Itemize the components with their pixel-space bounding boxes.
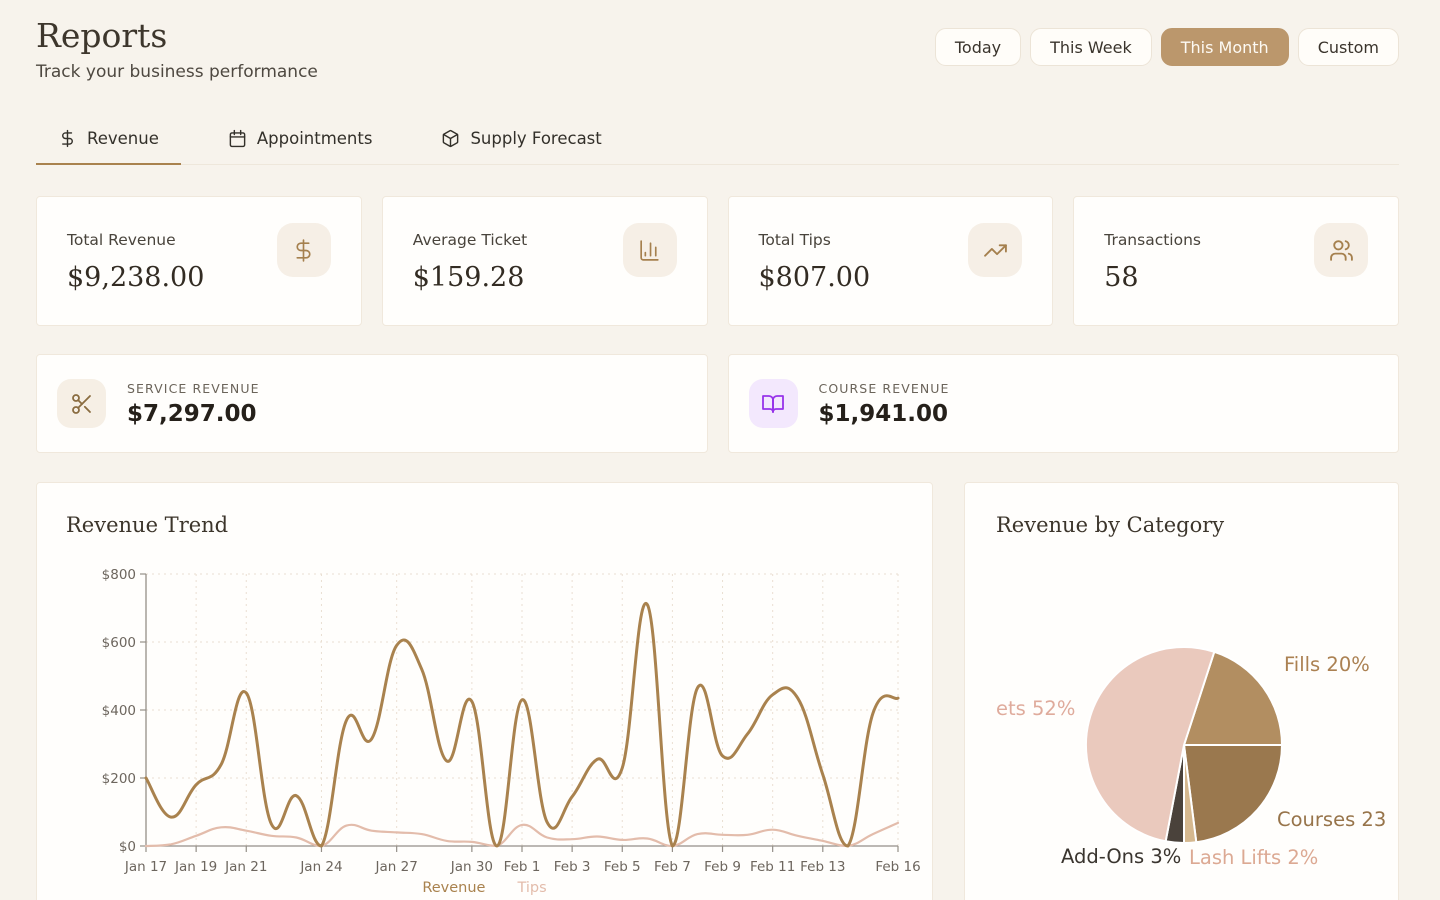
svg-text:$200: $200: [102, 771, 136, 787]
svg-text:Jan 30: Jan 30: [450, 859, 493, 875]
svg-text:Jan 27: Jan 27: [375, 859, 418, 875]
svg-text:Feb 16: Feb 16: [875, 859, 920, 875]
revenue-breakdown-row: SERVICE REVENUE $7,297.00 COURSE REVENUE…: [36, 354, 1399, 453]
pie-label-fills: Fills 20%: [1284, 653, 1370, 676]
stat-value: $807.00: [759, 262, 871, 293]
pie-label-courses: Courses 23: [1277, 808, 1386, 831]
course-revenue-value: $1,941.00: [819, 401, 950, 427]
dollar-icon: [58, 129, 77, 148]
svg-text:Jan 21: Jan 21: [224, 859, 267, 875]
pie-chart-title: Revenue by Category: [996, 513, 1224, 537]
trending-up-icon: [968, 223, 1022, 277]
tab-label: Revenue: [87, 129, 159, 148]
header: Reports Track your business performance: [36, 16, 318, 82]
course-revenue-label: COURSE REVENUE: [819, 381, 950, 396]
revenue-by-category-chart: [965, 483, 1399, 900]
svg-text:$0: $0: [119, 839, 136, 855]
charts-row: $0 $200 $400 $600 $800 Jan 17 Jan 19 Jan 21 Jan …: [36, 482, 1399, 900]
stat-card-total-tips: Total Tips $807.00: [728, 196, 1054, 326]
stat-value: 58: [1104, 262, 1201, 293]
svg-text:Feb 11: Feb 11: [750, 859, 795, 875]
svg-text:Feb 7: Feb 7: [654, 859, 691, 875]
svg-text:Feb 1: Feb 1: [504, 859, 541, 875]
svg-text:Feb 3: Feb 3: [554, 859, 591, 875]
page-title: Reports: [36, 16, 318, 55]
trend-chart-legend: Revenue Tips: [37, 880, 932, 896]
stat-label: Total Revenue: [67, 231, 204, 249]
service-revenue-label: SERVICE REVENUE: [127, 381, 260, 396]
stat-value: $9,238.00: [67, 262, 204, 293]
tab-supply-forecast[interactable]: Supply Forecast: [419, 116, 623, 165]
svg-text:Jan 24: Jan 24: [299, 859, 342, 875]
pie-label-add-ons: Add-Ons 3%: [1061, 845, 1181, 868]
stats-row: Total Revenue $9,238.00 Average Ticket $…: [36, 196, 1399, 326]
reports-page: Reports Track your business performance …: [0, 0, 1440, 900]
scissors-icon: [57, 379, 106, 428]
revenue-trend-card: $0 $200 $400 $600 $800 Jan 17 Jan 19 Jan 21 Jan …: [36, 482, 933, 900]
bar-chart-icon: [623, 223, 677, 277]
trend-chart-title: Revenue Trend: [66, 513, 228, 537]
stat-card-average-ticket: Average Ticket $159.28: [382, 196, 708, 326]
tab-label: Appointments: [257, 129, 373, 148]
package-icon: [441, 129, 460, 148]
service-revenue-card: SERVICE REVENUE $7,297.00: [36, 354, 708, 453]
svg-text:Feb 5: Feb 5: [604, 859, 641, 875]
filter-today-button[interactable]: Today: [935, 28, 1021, 66]
page-subtitle: Track your business performance: [36, 62, 318, 82]
date-range-filters: Today This Week This Month Custom: [935, 28, 1399, 66]
topbar: Reports Track your business performance …: [0, 0, 1440, 82]
course-revenue-card: COURSE REVENUE $1,941.00: [728, 354, 1400, 453]
svg-text:Jan 17: Jan 17: [124, 859, 167, 875]
revenue-trend-chart: $0 $200 $400 $600 $800 Jan 17 Jan 19 Jan 21 Jan …: [37, 483, 933, 900]
pie-label-lash-lifts: Lash Lifts 2%: [1189, 846, 1318, 869]
dollar-icon: [277, 223, 331, 277]
tab-label: Supply Forecast: [470, 129, 601, 148]
users-icon: [1314, 223, 1368, 277]
book-icon: [749, 379, 798, 428]
svg-text:Feb 9: Feb 9: [704, 859, 741, 875]
stat-label: Average Ticket: [413, 231, 527, 249]
stat-card-total-revenue: Total Revenue $9,238.00: [36, 196, 362, 326]
filter-this-week-button[interactable]: This Week: [1030, 28, 1152, 66]
svg-text:$800: $800: [102, 567, 136, 583]
svg-text:Feb 13: Feb 13: [800, 859, 845, 875]
stat-label: Transactions: [1104, 231, 1201, 249]
legend-item-revenue[interactable]: Revenue: [422, 880, 485, 896]
stat-value: $159.28: [413, 262, 527, 293]
stat-card-transactions: Transactions 58: [1073, 196, 1399, 326]
filter-this-month-button[interactable]: This Month: [1161, 28, 1289, 66]
svg-text:Jan 19: Jan 19: [174, 859, 217, 875]
revenue-by-category-card: Revenue by Category Fills 20% Courses 23…: [964, 482, 1399, 900]
stat-label: Total Tips: [759, 231, 871, 249]
service-revenue-value: $7,297.00: [127, 401, 260, 427]
filter-custom-button[interactable]: Custom: [1298, 28, 1399, 66]
pie-label-full-sets: ets 52%: [996, 697, 1075, 720]
tab-revenue[interactable]: Revenue: [36, 116, 181, 165]
svg-text:$400: $400: [102, 703, 136, 719]
legend-item-tips[interactable]: Tips: [517, 880, 546, 896]
report-tabs: Revenue Appointments Supply Forecast: [36, 116, 1399, 165]
calendar-icon: [228, 129, 247, 148]
tab-appointments[interactable]: Appointments: [206, 116, 395, 165]
svg-text:$600: $600: [102, 635, 136, 651]
